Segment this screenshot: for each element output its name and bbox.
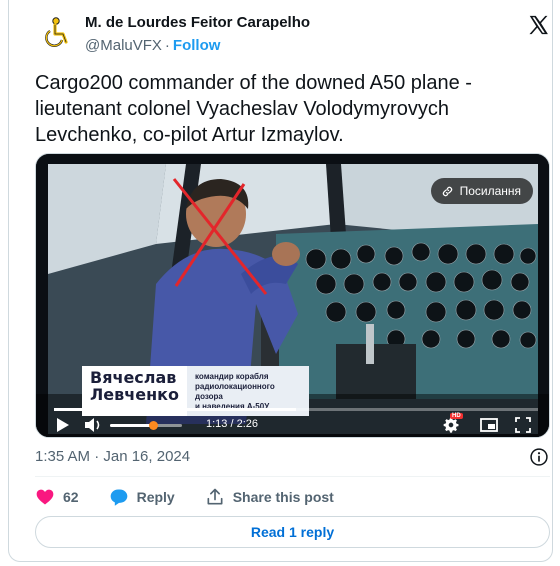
separator-dot: ·	[164, 37, 170, 54]
x-logo-icon[interactable]	[527, 14, 549, 36]
author-handle-row: @MaluVFX · Follow	[85, 37, 220, 54]
volume-slider[interactable]	[110, 421, 182, 430]
link-icon	[442, 186, 452, 196]
pip-icon	[480, 418, 498, 432]
author-avatar[interactable]	[35, 12, 75, 52]
settings-button[interactable]: HD	[440, 413, 463, 435]
share-icon	[207, 488, 223, 505]
avatar-wheelchair-icon	[35, 12, 75, 52]
link-pill[interactable]: Посилання	[430, 178, 533, 204]
share-label: Share this post	[232, 489, 334, 505]
reply-label: Reply	[136, 489, 175, 505]
info-icon[interactable]	[529, 447, 549, 467]
volume-fill	[110, 424, 154, 427]
divider	[35, 476, 550, 477]
video-player[interactable]: Посилання Вячеслав Левченко командир кор…	[35, 153, 550, 438]
tweet-card: M. de Lourdes Feitor Carapelho @MaluVFX ·…	[8, 0, 553, 562]
settings-icon	[443, 417, 459, 433]
fullscreen-button[interactable]	[512, 415, 534, 435]
heart-icon	[36, 489, 54, 505]
reply-button[interactable]: Reply	[109, 487, 175, 507]
author-display-name[interactable]: M. de Lourdes Feitor Carapelho	[85, 14, 310, 31]
volume-knob[interactable]	[149, 421, 159, 430]
caption-name-line2: Левченко	[90, 385, 180, 404]
volume-icon	[85, 418, 100, 432]
play-icon	[57, 418, 69, 432]
hd-badge: HD	[450, 413, 463, 419]
like-button[interactable]: 62	[35, 487, 79, 507]
tweet-text: Cargo200 commander of the downed A50 pla…	[35, 72, 472, 146]
progress-fill	[54, 408, 296, 411]
like-count: 62	[63, 489, 79, 505]
time-readout: 1:13 / 2:26	[206, 418, 258, 430]
tweet-timestamp[interactable]: 1:35 AM · Jan 16, 2024	[35, 448, 190, 465]
caption-name-line1: Вячеслав	[90, 368, 177, 387]
fullscreen-icon	[515, 417, 531, 433]
progress-bar[interactable]	[54, 408, 538, 411]
link-pill-label: Посилання	[459, 184, 521, 198]
share-button[interactable]: Share this post	[205, 487, 334, 507]
read-reply-button[interactable]: Read 1 reply	[35, 516, 550, 548]
video-controls: 1:13 / 2:26 HD	[36, 413, 549, 437]
pip-button[interactable]	[478, 415, 500, 435]
play-button[interactable]	[52, 415, 74, 435]
caption-role-line1: командир корабля	[195, 372, 269, 381]
action-bar: 62 Reply Share this post	[35, 486, 364, 508]
follow-button[interactable]: Follow	[173, 37, 221, 54]
caption-role-line2: радиолокационного дозора	[195, 382, 275, 401]
author-handle[interactable]: @MaluVFX	[85, 37, 162, 54]
mute-button[interactable]	[82, 415, 104, 435]
reply-bubble-icon	[110, 489, 127, 506]
